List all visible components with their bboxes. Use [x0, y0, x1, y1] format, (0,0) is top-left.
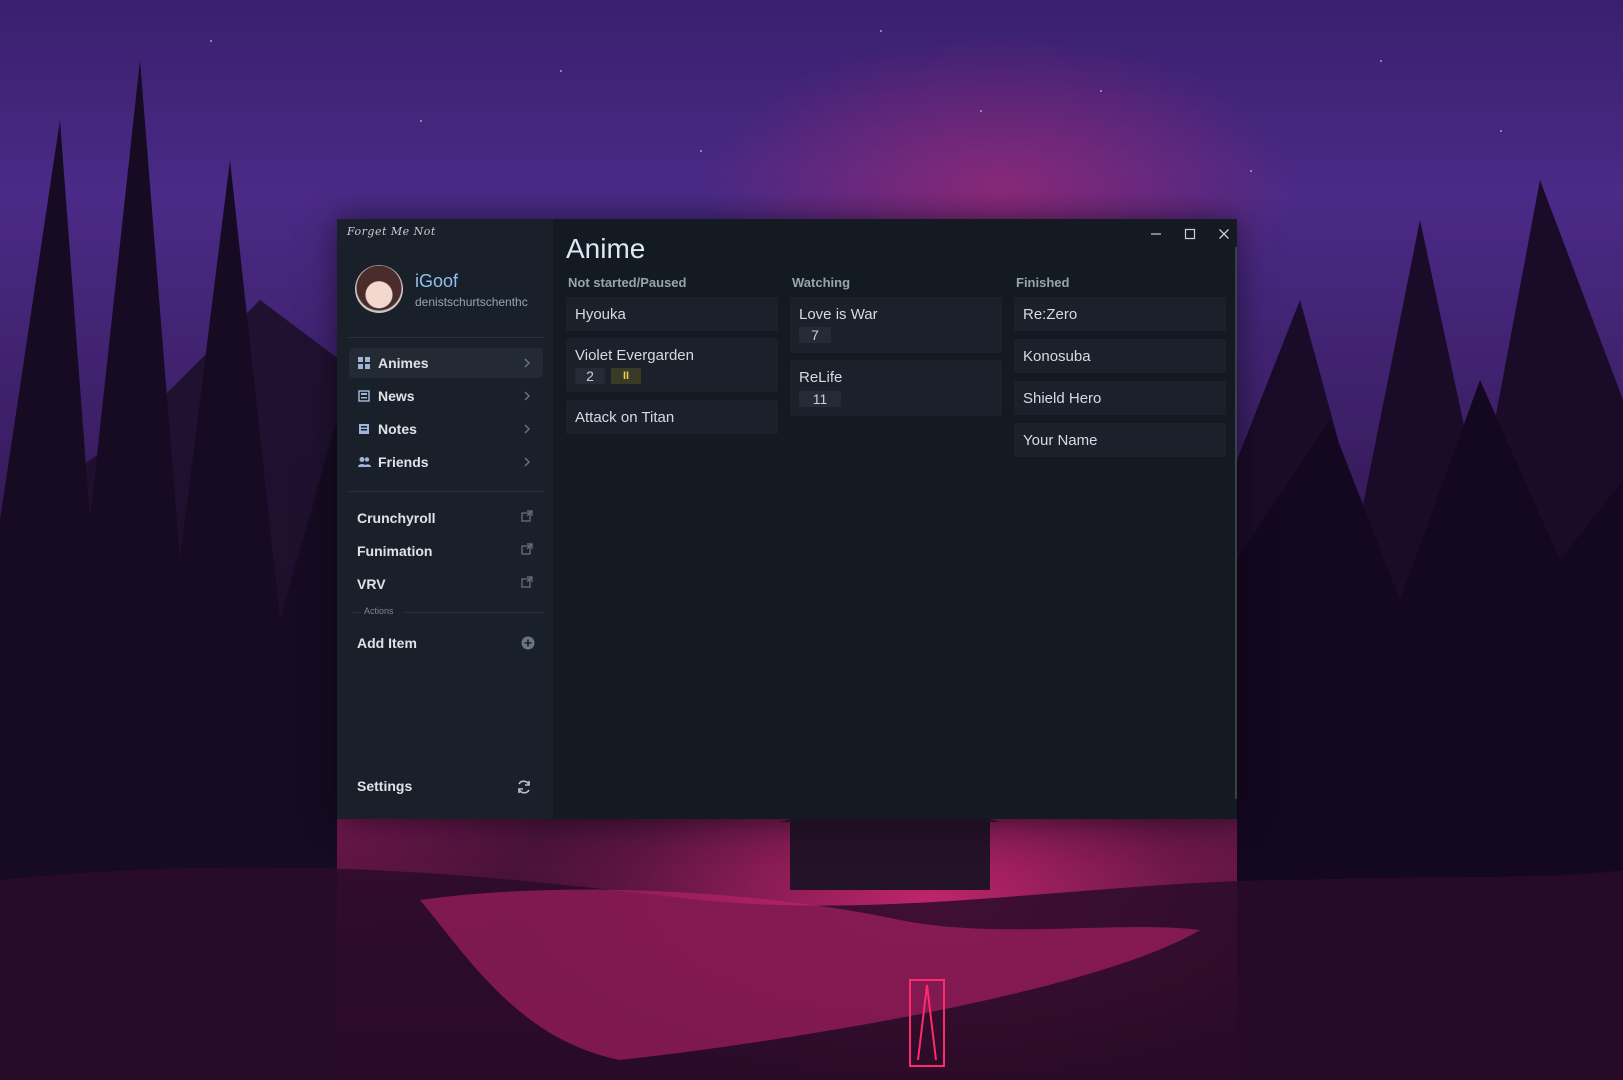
sidebar-item-label: Notes [378, 421, 417, 437]
avatar [355, 265, 403, 313]
sidebar-item-news[interactable]: News [349, 381, 543, 411]
settings-button[interactable]: Settings [349, 771, 543, 801]
settings-label: Settings [357, 778, 413, 794]
minimize-button[interactable] [1146, 225, 1166, 243]
sidebar-item-label: News [378, 388, 415, 404]
page-title: Anime [566, 233, 646, 264]
chevron-right-icon [521, 422, 533, 436]
anime-card[interactable]: Hyouka [566, 297, 778, 331]
divider [405, 612, 543, 613]
star [980, 110, 982, 112]
external-link-icon [521, 542, 533, 555]
anime-card[interactable]: Your Name [1014, 423, 1226, 457]
username: iGoof [415, 271, 459, 291]
anime-title: Shield Hero [1023, 390, 1102, 407]
note-icon [357, 422, 371, 436]
sync-icon[interactable] [515, 778, 533, 796]
star [880, 30, 882, 32]
sidebar-item-label: Animes [378, 355, 429, 371]
friends-icon [357, 455, 371, 469]
paused-badge: II [611, 368, 641, 384]
user-profile[interactable]: iGoof denistschurtschenthc [355, 265, 545, 315]
anime-title: Your Name [1023, 432, 1098, 449]
scrollbar[interactable] [1235, 247, 1237, 799]
anime-title: Re:Zero [1023, 306, 1078, 323]
divider [353, 612, 361, 613]
app-window: Forget Me Not iGoof denistschurtschenthc… [337, 219, 1237, 819]
column-header-watching: Watching [792, 275, 851, 290]
external-link-icon [521, 575, 533, 588]
star [700, 150, 702, 152]
star [210, 40, 212, 42]
user-email: denistschurtschenthc [415, 295, 528, 309]
anime-card[interactable]: Shield Hero [1014, 381, 1226, 415]
episode-badge: 2 [575, 368, 605, 384]
grid-icon [357, 356, 371, 370]
link-label: Crunchyroll [357, 510, 436, 526]
link-crunchyroll[interactable]: Crunchyroll [349, 503, 543, 533]
sidebar-item-label: Friends [378, 454, 429, 470]
anime-card[interactable]: Violet Evergarden 2 II [566, 338, 778, 392]
episode-badge: 11 [799, 391, 841, 407]
sidebar: Forget Me Not iGoof denistschurtschenthc… [337, 219, 553, 819]
add-item-button[interactable]: Add Item [349, 628, 543, 658]
star [560, 70, 562, 72]
episode-badge: 7 [799, 327, 831, 343]
anime-title: Attack on Titan [575, 409, 675, 426]
add-item-label: Add Item [357, 635, 417, 651]
star [420, 120, 422, 122]
divider [349, 491, 543, 492]
link-funimation[interactable]: Funimation [349, 536, 543, 566]
external-link-icon [521, 509, 533, 522]
link-label: VRV [357, 576, 386, 592]
plus-circle-icon [521, 636, 535, 650]
anime-title: Hyouka [575, 306, 626, 323]
star [1250, 170, 1252, 172]
sidebar-item-notes[interactable]: Notes [349, 414, 543, 444]
anime-card[interactable]: Konosuba [1014, 339, 1226, 373]
link-vrv[interactable]: VRV [349, 569, 543, 599]
chevron-right-icon [521, 356, 533, 370]
link-label: Funimation [357, 543, 433, 559]
anime-card[interactable]: Love is War 7 [790, 297, 1002, 353]
anime-title: Konosuba [1023, 348, 1091, 365]
divider [349, 337, 543, 338]
anime-card[interactable]: ReLife 11 [790, 360, 1002, 416]
chevron-right-icon [521, 455, 533, 469]
anime-card[interactable]: Attack on Titan [566, 400, 778, 434]
sidebar-item-friends[interactable]: Friends [349, 447, 543, 477]
maximize-button[interactable] [1180, 225, 1200, 243]
column-header-finished: Finished [1016, 275, 1070, 290]
chevron-right-icon [521, 389, 533, 403]
star [1380, 60, 1382, 62]
close-button[interactable] [1214, 225, 1234, 243]
newspaper-icon [357, 389, 371, 403]
column-header-not-started: Not started/Paused [568, 275, 687, 290]
anime-title: ReLife [799, 369, 843, 386]
anime-title: Violet Evergarden [575, 347, 694, 364]
main-content: Anime Not started/Paused Hyouka Violet E… [553, 219, 1237, 819]
star [1500, 130, 1502, 132]
sidebar-item-animes[interactable]: Animes [349, 348, 543, 378]
anime-title: Love is War [799, 306, 878, 323]
anime-card[interactable]: Re:Zero [1014, 297, 1226, 331]
star [1100, 90, 1102, 92]
actions-section-header: Actions [364, 606, 394, 616]
app-title: Forget Me Not [347, 225, 436, 238]
